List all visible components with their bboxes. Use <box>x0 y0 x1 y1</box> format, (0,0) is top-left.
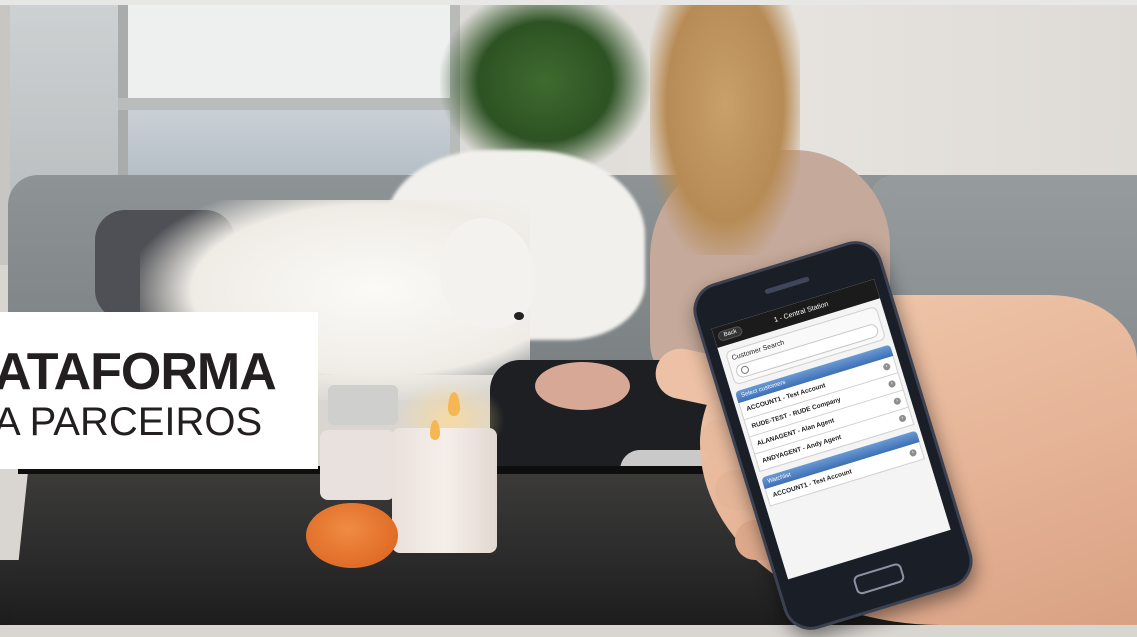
house-plant <box>440 5 650 175</box>
phone-home-button <box>852 561 906 596</box>
chevron-right-icon: › <box>908 448 918 458</box>
large-candle <box>392 428 497 553</box>
mug <box>328 385 398 425</box>
dog-nose <box>514 312 524 320</box>
back-button[interactable]: Back <box>716 325 744 343</box>
chevron-right-icon: › <box>887 379 897 389</box>
search-icon <box>739 364 750 375</box>
phone-speaker <box>764 276 810 295</box>
pumpkin <box>306 503 398 568</box>
window-frame-horizontal <box>118 98 450 110</box>
logo-title: ATAFORMA <box>0 343 277 401</box>
logo-subtitle: A PARCEIROS <box>0 400 263 444</box>
ripped-jeans-knee <box>535 362 630 410</box>
small-candle <box>320 430 395 500</box>
chevron-right-icon: › <box>898 414 907 423</box>
chevron-right-icon: › <box>882 362 892 372</box>
woman-hair <box>650 5 800 255</box>
logo-overlay: ATAFORMA A PARCEIROS <box>0 312 318 469</box>
chevron-right-icon: › <box>892 396 902 406</box>
